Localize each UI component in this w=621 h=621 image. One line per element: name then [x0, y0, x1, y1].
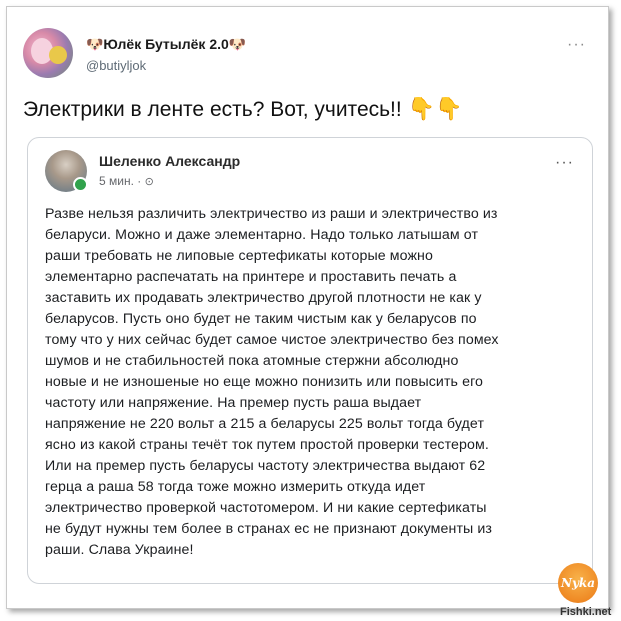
post-text-line: электричество проверкой частотомером. И …	[45, 500, 487, 516]
pointing-down-emoji: 👇👇	[407, 96, 463, 121]
post-author-name[interactable]: Шеленко Александр	[99, 153, 240, 169]
post-text-line: тому что у них сейчас будет самое чистое…	[45, 332, 499, 348]
online-status-icon	[73, 177, 88, 192]
tweet-text: Электрики в ленте есть? Вот, учитесь!! 👇…	[23, 96, 462, 122]
post-text-line: ясно из какой страны течёт ток путем про…	[45, 437, 489, 453]
embedded-facebook-post: Шеленко Александр 5 мин. · ⊙ ··· Разве н…	[27, 137, 593, 584]
post-text-line: Разве нельзя различить электричество из …	[45, 206, 498, 222]
post-text: Разве нельзя различить электричество из …	[45, 204, 585, 561]
tweet-text-body: Электрики в ленте есть? Вот, учитесь!!	[23, 98, 402, 121]
post-meta: 5 мин. · ⊙	[99, 174, 154, 188]
tweet-author-name[interactable]: 🐶Юлёк Бутылёк 2.0🐶	[86, 36, 246, 53]
tweet-author-avatar[interactable]	[23, 28, 73, 78]
post-more-options-icon[interactable]: ···	[555, 154, 574, 172]
post-text-line: не будут нужны тем более в странах ес не…	[45, 521, 493, 537]
tweet-author-handle[interactable]: @butiyljok	[86, 58, 146, 73]
post-text-line: Или на премер пусть беларусы частоту эле…	[45, 458, 486, 474]
post-text-line: герца а раша 58 тогда тоже можно измерит…	[45, 479, 426, 495]
post-text-line: беларуси. Можно и даже элементарно. Надо…	[45, 227, 479, 243]
post-text-line: шумов и не стабильностей пока атомные ст…	[45, 353, 459, 369]
globe-icon: ⊙	[144, 176, 154, 188]
post-text-line: раши. Слава Украине!	[45, 542, 194, 558]
post-text-line: раши требовать не липовые сертефикаты ко…	[45, 248, 433, 264]
post-text-line: частоту или напряжение. На премер пусть …	[45, 395, 422, 411]
post-text-line: заставить их продавать электричество дру…	[45, 290, 482, 306]
post-text-line: новые и не изношеные но еще можно понизи…	[45, 374, 484, 390]
post-text-line: напряжение не 220 вольт а 215 а беларусы…	[45, 416, 485, 432]
post-text-line: беларусов. Пусть оно будет не таким чист…	[45, 311, 477, 327]
fishki-watermark: Fishki.net	[560, 606, 612, 618]
post-time[interactable]: 5 мин. ·	[99, 174, 141, 188]
nyka-logo: Nyka	[558, 563, 598, 603]
post-text-line: элементарно распечатать на принтере и пр…	[45, 269, 457, 285]
more-options-icon[interactable]: ···	[567, 36, 586, 54]
post-author-avatar[interactable]	[45, 150, 88, 192]
